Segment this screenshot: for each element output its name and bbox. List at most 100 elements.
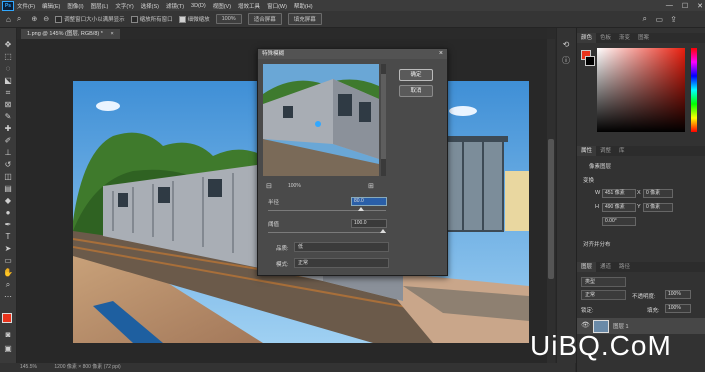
threshold-slider[interactable]: [268, 232, 386, 233]
menu-image[interactable]: 图像(I): [67, 2, 83, 10]
layer-name[interactable]: 图层 1: [613, 322, 629, 330]
document-tab-close[interactable]: ×: [110, 31, 113, 37]
w-field[interactable]: 451 像素: [602, 189, 636, 198]
menu-layer[interactable]: 图层(L): [91, 2, 109, 10]
zoom-in-icon[interactable]: ⊕: [31, 15, 37, 23]
quick-mask-icon[interactable]: ◙: [3, 330, 13, 340]
type-tool-icon[interactable]: T: [3, 232, 13, 242]
mode-select[interactable]: 正常: [294, 258, 389, 268]
eraser-tool-icon[interactable]: ◫: [3, 172, 13, 182]
more-tools-icon[interactable]: ⋯: [3, 292, 13, 302]
radius-slider-knob[interactable]: [358, 207, 364, 211]
stamp-tool-icon[interactable]: ⊥: [3, 148, 13, 158]
home-icon[interactable]: ⌂: [6, 15, 11, 24]
dialog-close-button[interactable]: ×: [439, 49, 443, 59]
pen-tool-icon[interactable]: ✒: [3, 220, 13, 230]
zoom-out-icon[interactable]: ⊖: [43, 15, 49, 23]
menu-filter[interactable]: 滤镜(T): [166, 2, 184, 10]
tab-channels[interactable]: 通道: [596, 262, 615, 272]
radius-field[interactable]: 80.0: [351, 197, 387, 206]
lasso-tool-icon[interactable]: ◌: [3, 64, 13, 74]
eyedropper-tool-icon[interactable]: ✎: [3, 112, 13, 122]
canvas-scrollbar[interactable]: [547, 39, 555, 363]
menu-type[interactable]: 文字(Y): [115, 2, 133, 10]
zoom-100-button[interactable]: 100%: [215, 14, 242, 24]
dialog-titlebar[interactable]: 特殊模糊 ×: [258, 49, 447, 59]
brush-tool-icon[interactable]: ✐: [3, 136, 13, 146]
maximize-button[interactable]: ☐: [682, 2, 688, 10]
preview-zoom-in-icon[interactable]: ⊞: [368, 182, 374, 190]
zoom-tool-sidebar-icon[interactable]: ⌕: [3, 280, 13, 290]
fit-screen-button[interactable]: 适合屏幕: [247, 13, 282, 25]
history-panel-icon[interactable]: ⟲: [561, 40, 571, 50]
fill-field[interactable]: 100%: [665, 304, 691, 313]
share-icon[interactable]: ⇪: [670, 15, 677, 24]
threshold-slider-knob[interactable]: [380, 229, 386, 233]
preview-zoom-out-icon[interactable]: ⊟: [266, 182, 272, 190]
blend-mode-select[interactable]: 正常: [581, 290, 626, 300]
zoom-tool-icon[interactable]: ⌕: [17, 14, 21, 24]
opacity-field[interactable]: 100%: [665, 290, 691, 299]
frame-tool-icon[interactable]: ⊠: [3, 100, 13, 110]
dodge-tool-icon[interactable]: ●: [3, 208, 13, 218]
bg-color-chip[interactable]: [585, 56, 595, 66]
tab-properties[interactable]: 属性: [577, 146, 597, 156]
cancel-button[interactable]: 取消: [399, 85, 433, 97]
search-icon[interactable]: ⌕: [643, 14, 647, 24]
screen-mode-icon[interactable]: ▣: [3, 344, 13, 354]
menu-window[interactable]: 窗口(W): [267, 2, 287, 10]
tab-gradients[interactable]: 渐变: [615, 33, 634, 43]
move-tool-icon[interactable]: ✥: [3, 40, 13, 50]
menu-file[interactable]: 文件(F): [17, 2, 35, 10]
shape-tool-icon[interactable]: ▭: [3, 256, 13, 266]
menu-3d[interactable]: 3D(D): [191, 3, 206, 9]
workspace-icon[interactable]: ▭: [655, 15, 663, 24]
radius-slider[interactable]: [268, 210, 386, 211]
path-select-icon[interactable]: ➤: [3, 244, 13, 254]
zoom-all-windows-option[interactable]: 缩放所有窗口: [130, 15, 173, 23]
tab-adjustments[interactable]: 调整: [596, 146, 615, 156]
healing-brush-icon[interactable]: ✚: [3, 124, 13, 134]
marquee-tool-icon[interactable]: ⬚: [3, 52, 13, 62]
angle-field[interactable]: 0.00°: [602, 217, 636, 226]
foreground-color-swatch[interactable]: [2, 313, 12, 323]
visibility-eye-icon[interactable]: 👁: [581, 321, 590, 329]
tab-libraries[interactable]: 库: [615, 146, 629, 156]
tab-layers[interactable]: 图层: [577, 262, 597, 272]
fill-screen-button[interactable]: 填充屏幕: [287, 13, 322, 25]
menu-view[interactable]: 视图(V): [213, 2, 231, 10]
y-field[interactable]: 0 像素: [643, 203, 673, 212]
status-zoom[interactable]: 145.5%: [20, 364, 37, 370]
filter-preview[interactable]: [263, 64, 379, 176]
resize-windows-option[interactable]: 调整窗口大小以满屏显示: [55, 15, 125, 23]
blur-tool-icon[interactable]: ◆: [3, 196, 13, 206]
align-distribute-label[interactable]: 对齐并分布: [583, 240, 611, 248]
history-brush-icon[interactable]: ↺: [3, 160, 13, 170]
menu-help[interactable]: 帮助(H): [294, 2, 313, 10]
menu-edit[interactable]: 编辑(E): [42, 2, 60, 10]
color-picker-field[interactable]: [597, 48, 685, 132]
crop-tool-icon[interactable]: ⌗: [3, 88, 13, 98]
info-panel-icon[interactable]: ⓘ: [561, 56, 571, 66]
scrubby-zoom-option[interactable]: 细微缩放: [178, 15, 210, 23]
tab-paths[interactable]: 路径: [615, 262, 634, 272]
gradient-tool-icon[interactable]: ▤: [3, 184, 13, 194]
tab-swatches[interactable]: 色板: [596, 33, 615, 43]
preview-scrollbar[interactable]: [381, 64, 386, 176]
close-window-button[interactable]: ✕: [697, 2, 703, 10]
quality-select[interactable]: 低: [294, 242, 389, 252]
hand-tool-icon[interactable]: ✋: [3, 268, 13, 278]
menu-select[interactable]: 选择(S): [141, 2, 159, 10]
tab-color[interactable]: 颜色: [577, 33, 597, 43]
tab-patterns[interactable]: 图案: [634, 33, 653, 43]
threshold-field[interactable]: 100.0: [351, 219, 387, 228]
minimize-button[interactable]: —: [666, 2, 673, 9]
ok-button[interactable]: 确定: [399, 69, 433, 81]
layer-kind-filter[interactable]: 类型: [581, 277, 626, 287]
menu-plugins[interactable]: 增效工具: [238, 2, 260, 10]
hue-slider[interactable]: [691, 48, 697, 132]
x-field[interactable]: 0 像素: [643, 189, 673, 198]
document-tab[interactable]: 1.png @ 145% (图层, RGB/8) * ×: [21, 29, 120, 39]
object-select-icon[interactable]: ⬕: [3, 76, 13, 86]
h-field[interactable]: 490 像素: [602, 203, 636, 212]
